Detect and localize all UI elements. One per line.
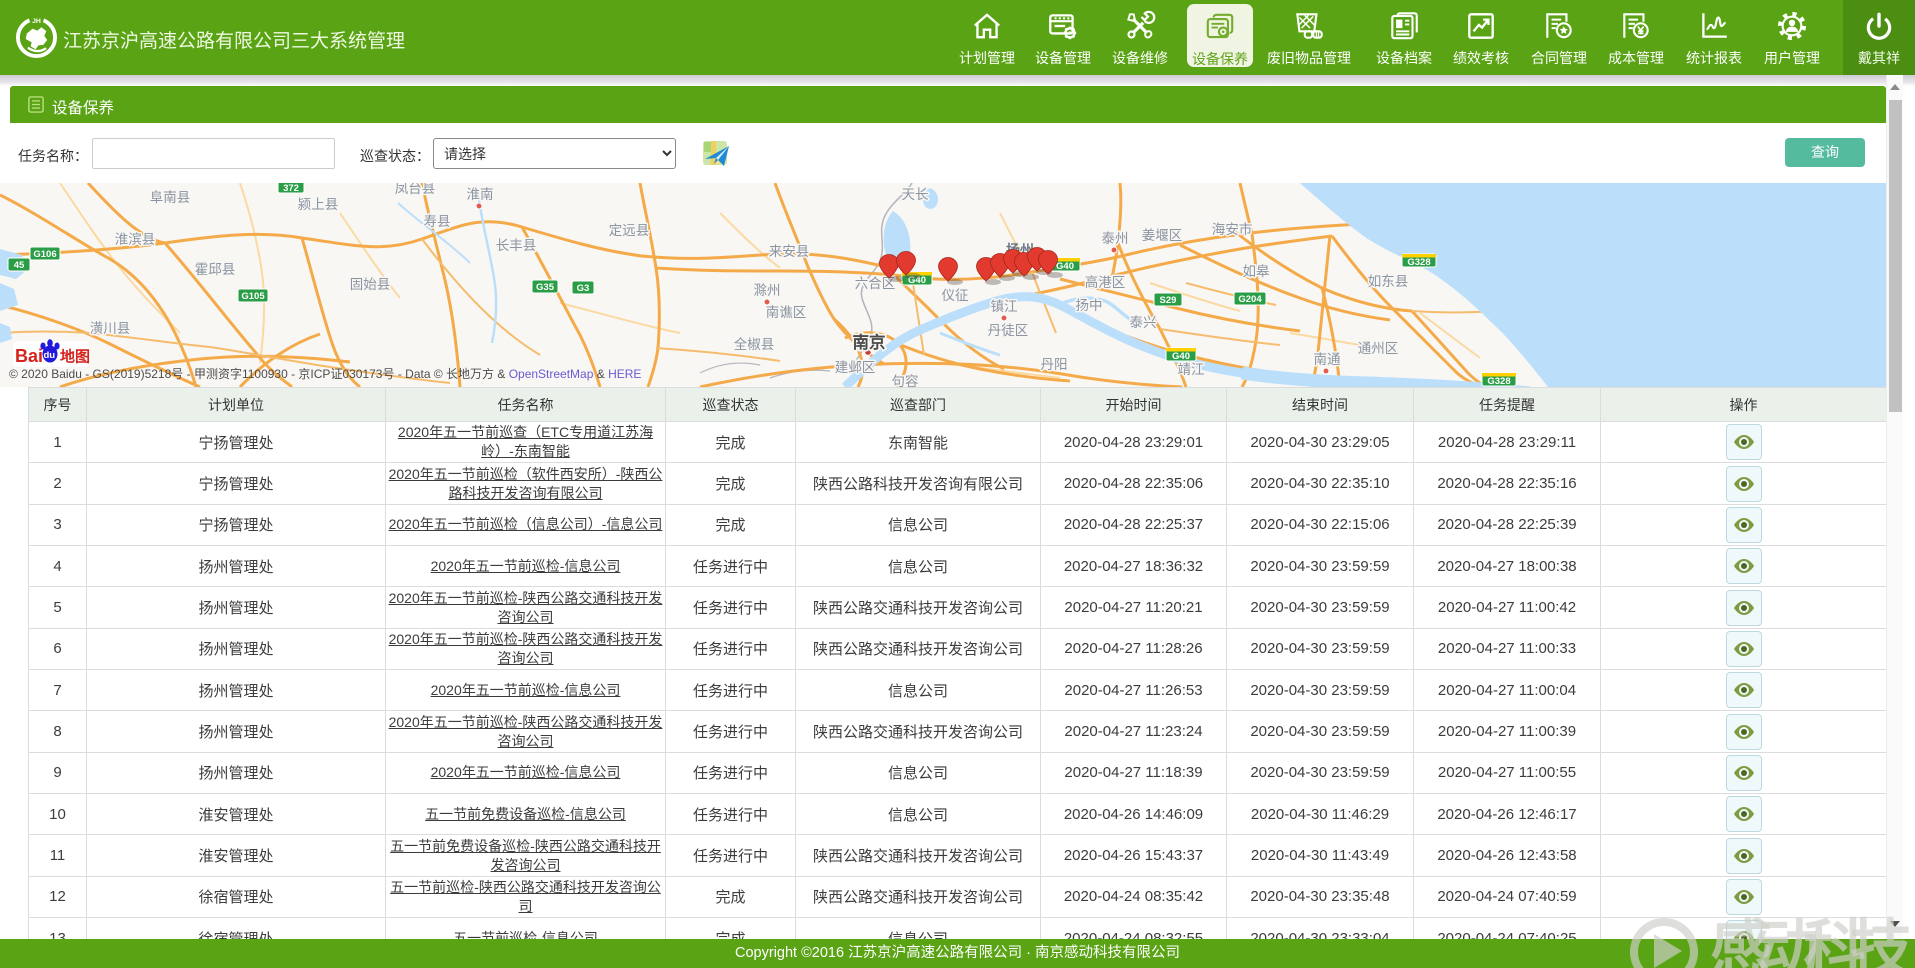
svg-text:G40: G40: [1056, 261, 1074, 272]
svg-text:天长: 天长: [902, 187, 930, 202]
svg-text:S29: S29: [1160, 295, 1177, 306]
svg-text:丹阳: 丹阳: [1041, 357, 1068, 372]
svg-text:感动科技: 感动科技: [1710, 915, 1912, 968]
svg-text:高港区: 高港区: [1085, 274, 1126, 290]
svg-text:淮滨县: 淮滨县: [115, 232, 156, 247]
svg-text:如东县: 如东县: [1368, 274, 1409, 289]
svg-text:G105: G105: [241, 291, 265, 302]
svg-text:JH: JH: [32, 18, 41, 25]
svg-text:45: 45: [14, 260, 25, 271]
svg-text:仪征: 仪征: [942, 288, 969, 303]
svg-text:G40: G40: [1172, 351, 1190, 362]
svg-text:长丰县: 长丰县: [496, 238, 537, 253]
svg-text:南通: 南通: [1314, 352, 1342, 367]
svg-text:G35: G35: [536, 282, 555, 293]
svg-text:G204: G204: [1238, 294, 1262, 305]
svg-text:如皋: 如皋: [1243, 264, 1271, 279]
svg-text:南京: 南京: [853, 332, 886, 352]
svg-text:南谯区: 南谯区: [766, 305, 807, 320]
svg-text:丹徒区: 丹徒区: [988, 323, 1029, 338]
svg-text:阜南县: 阜南县: [150, 189, 191, 205]
svg-text:寿县: 寿县: [424, 213, 451, 229]
svg-text:Bai: Bai: [15, 346, 43, 366]
svg-text:通州区: 通州区: [1358, 341, 1399, 356]
svg-text:潢川县: 潢川县: [90, 321, 131, 336]
svg-text:固始县: 固始县: [350, 277, 391, 292]
svg-text:来安县: 来安县: [769, 244, 810, 259]
svg-text:全椒县: 全椒县: [734, 336, 775, 352]
svg-text:海安市: 海安市: [1212, 221, 1253, 237]
svg-text:句容: 句容: [892, 373, 919, 387]
svg-text:© 2020 Baidu - GS(2019)5218号 -: © 2020 Baidu - GS(2019)5218号 - 甲测资字11009…: [9, 366, 641, 381]
svg-text:扬中: 扬中: [1076, 298, 1103, 313]
svg-text:泰州: 泰州: [1102, 231, 1129, 246]
svg-text:靖江: 靖江: [1178, 362, 1205, 377]
svg-text:372: 372: [283, 183, 299, 194]
svg-text:镇江: 镇江: [991, 299, 1018, 314]
svg-text:泰兴: 泰兴: [1130, 315, 1157, 330]
svg-text:淮南: 淮南: [467, 187, 494, 202]
svg-text:G328: G328: [1487, 376, 1510, 387]
svg-text:姜堰区: 姜堰区: [1142, 228, 1183, 243]
svg-text:du: du: [44, 350, 56, 361]
svg-text:定远县: 定远县: [609, 223, 650, 238]
svg-text:凤台县: 凤台县: [395, 183, 436, 196]
svg-text:地图: 地图: [60, 348, 90, 366]
svg-text:颍上县: 颍上县: [298, 197, 339, 212]
svg-text:霍邱县: 霍邱县: [195, 262, 236, 277]
svg-text:滁州: 滁州: [754, 283, 781, 298]
svg-text:G106: G106: [33, 249, 56, 260]
svg-text:G3: G3: [577, 283, 590, 294]
svg-text:G328: G328: [1407, 257, 1430, 268]
svg-text:建邺区: 建邺区: [835, 360, 876, 375]
